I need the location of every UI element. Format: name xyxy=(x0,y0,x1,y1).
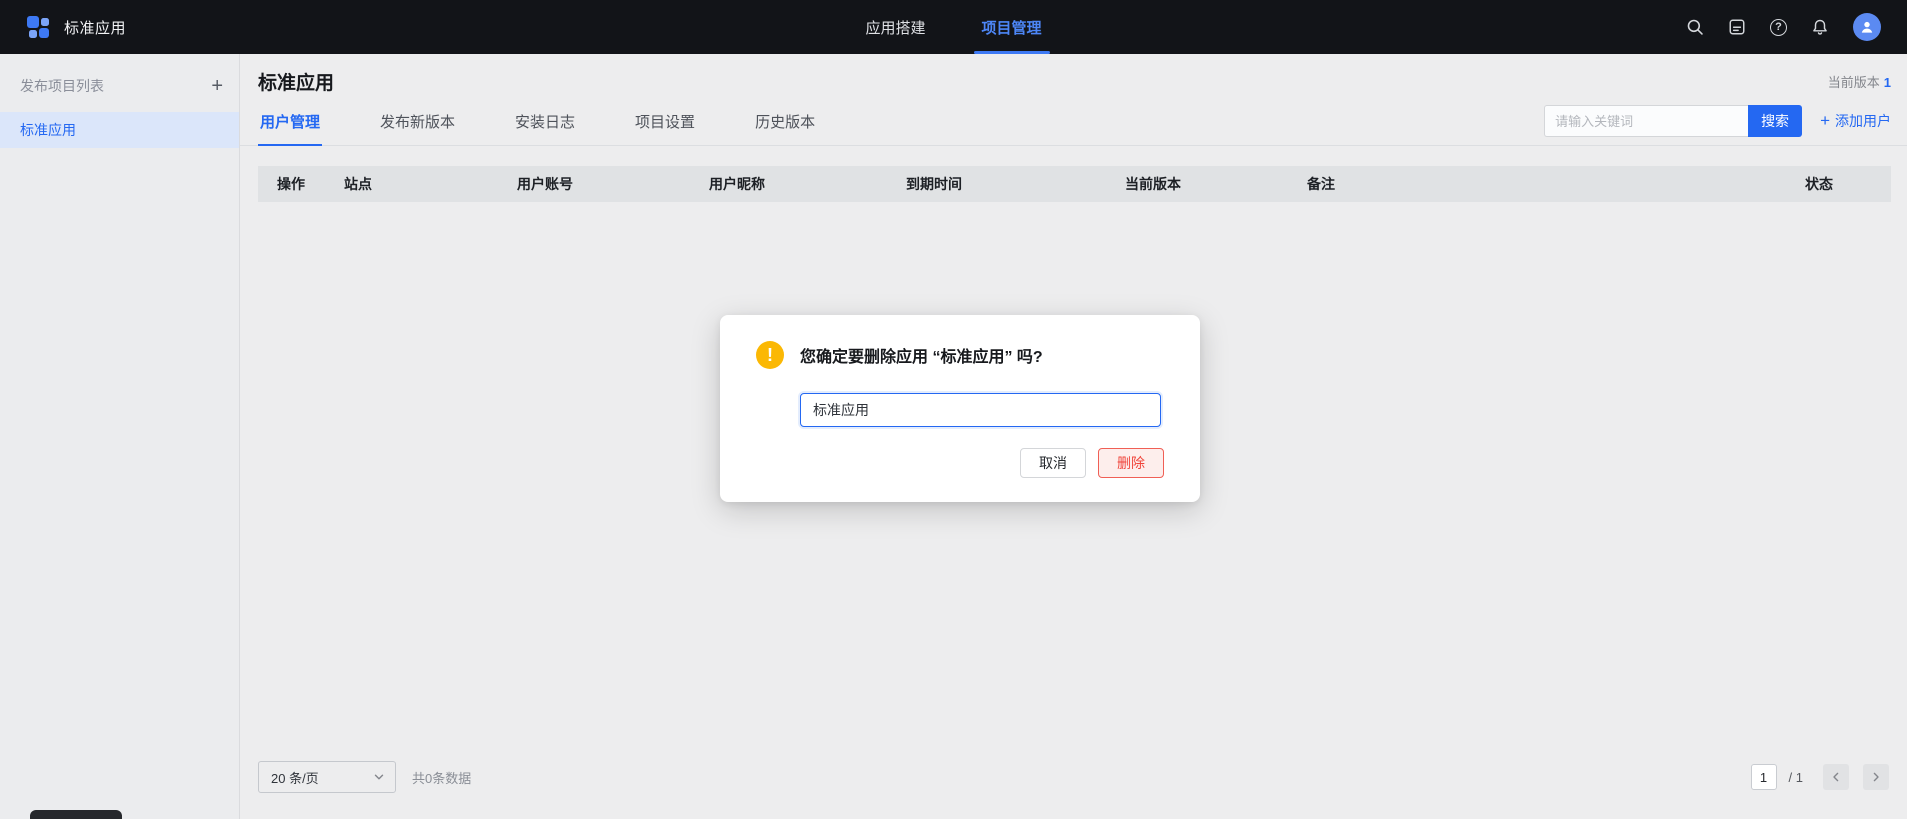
sidebar-header-label: 发布项目列表 xyxy=(20,76,104,96)
user-avatar[interactable] xyxy=(1853,13,1881,41)
chevron-down-icon xyxy=(373,771,385,783)
app-logo-icon xyxy=(26,15,50,39)
dialog-title: 您确定要删除应用 “标准应用” 吗? xyxy=(800,343,1043,367)
add-user-label: 添加用户 xyxy=(1835,111,1891,131)
add-project-button[interactable]: + xyxy=(211,78,223,94)
sidebar-item-project[interactable]: 标准应用 xyxy=(0,112,239,148)
notification-bell-icon[interactable] xyxy=(1811,18,1829,36)
search-button[interactable]: 搜索 xyxy=(1748,105,1802,137)
next-page-button[interactable] xyxy=(1863,764,1889,790)
keyword-search-input[interactable] xyxy=(1544,105,1748,137)
cancel-button[interactable]: 取消 xyxy=(1020,448,1086,478)
current-version-badge: 当前版本 1 xyxy=(1828,72,1891,91)
search-group: 搜索 xyxy=(1544,105,1802,137)
delete-button[interactable]: 删除 xyxy=(1098,448,1164,478)
current-version-value: 1 xyxy=(1884,75,1891,90)
column-header-remark: 备注 xyxy=(1307,174,1805,194)
search-icon[interactable] xyxy=(1686,18,1704,36)
app-title: 标准应用 xyxy=(64,17,126,38)
column-header-nickname: 用户昵称 xyxy=(709,174,906,194)
page-title: 标准应用 xyxy=(258,68,334,95)
tab-publish-version[interactable]: 发布新版本 xyxy=(378,99,457,145)
dialog-buttons: 取消 删除 xyxy=(720,427,1200,478)
page-size-value: 20 条/页 xyxy=(271,768,319,787)
column-header-expiry: 到期时间 xyxy=(906,174,1125,194)
tab-actions: 搜索 + 添加用户 xyxy=(1544,105,1891,145)
app-center-icon[interactable] xyxy=(1728,18,1746,36)
pagination-left: 20 条/页 共0条数据 xyxy=(258,761,471,793)
tabs-row: 用户管理 发布新版本 安装日志 项目设置 历史版本 搜索 + 添加用户 xyxy=(240,99,1907,146)
column-header-site: 站点 xyxy=(344,174,517,194)
sidebar-header: 发布项目列表 + xyxy=(0,54,239,112)
chevron-left-icon xyxy=(1830,771,1842,783)
column-header-version: 当前版本 xyxy=(1125,174,1307,194)
main-nav: 应用搭建 项目管理 xyxy=(865,0,1041,54)
chevron-right-icon xyxy=(1870,771,1882,783)
dialog-title-row: ! 您确定要删除应用 “标准应用” 吗? xyxy=(720,315,1200,369)
plus-icon: + xyxy=(1820,114,1830,128)
total-count-label: 共0条数据 xyxy=(412,768,471,787)
current-page-box[interactable]: 1 xyxy=(1751,764,1777,790)
pagination-bar: 20 条/页 共0条数据 1 / 1 xyxy=(240,761,1907,819)
page-size-select[interactable]: 20 条/页 xyxy=(258,761,396,793)
nav-tab-project-manage[interactable]: 项目管理 xyxy=(982,0,1042,54)
tab-history-versions[interactable]: 历史版本 xyxy=(753,99,817,145)
pagination-right: 1 / 1 xyxy=(1751,764,1889,790)
tabs: 用户管理 发布新版本 安装日志 项目设置 历史版本 xyxy=(258,99,817,145)
nav-tab-app-build[interactable]: 应用搭建 xyxy=(865,0,925,54)
confirm-name-input[interactable] xyxy=(800,393,1161,427)
topbar-actions: ? xyxy=(1686,13,1881,41)
person-icon xyxy=(1859,19,1875,35)
topbar-brand: 标准应用 xyxy=(26,15,126,39)
column-header-status: 状态 xyxy=(1805,174,1891,194)
total-pages-label: / 1 xyxy=(1789,770,1803,785)
table-header: 操作 站点 用户账号 用户昵称 到期时间 当前版本 备注 状态 xyxy=(258,166,1891,202)
help-icon[interactable]: ? xyxy=(1770,19,1787,36)
tab-project-settings[interactable]: 项目设置 xyxy=(633,99,697,145)
column-header-action: 操作 xyxy=(277,174,344,194)
column-header-account: 用户账号 xyxy=(517,174,709,194)
prev-page-button[interactable] xyxy=(1823,764,1849,790)
tab-install-log[interactable]: 安装日志 xyxy=(513,99,577,145)
add-user-button[interactable]: + 添加用户 xyxy=(1820,111,1891,131)
current-version-label: 当前版本 xyxy=(1828,75,1880,90)
sidebar: 发布项目列表 + 标准应用 xyxy=(0,54,240,819)
delete-confirm-dialog: ! 您确定要删除应用 “标准应用” 吗? 取消 删除 xyxy=(720,315,1200,502)
tab-user-management[interactable]: 用户管理 xyxy=(258,99,322,145)
partial-floating-widget[interactable] xyxy=(30,810,122,819)
topbar: 标准应用 应用搭建 项目管理 ? xyxy=(0,0,1907,54)
warning-icon: ! xyxy=(756,341,784,369)
main-header: 标准应用 当前版本 1 xyxy=(240,54,1907,95)
